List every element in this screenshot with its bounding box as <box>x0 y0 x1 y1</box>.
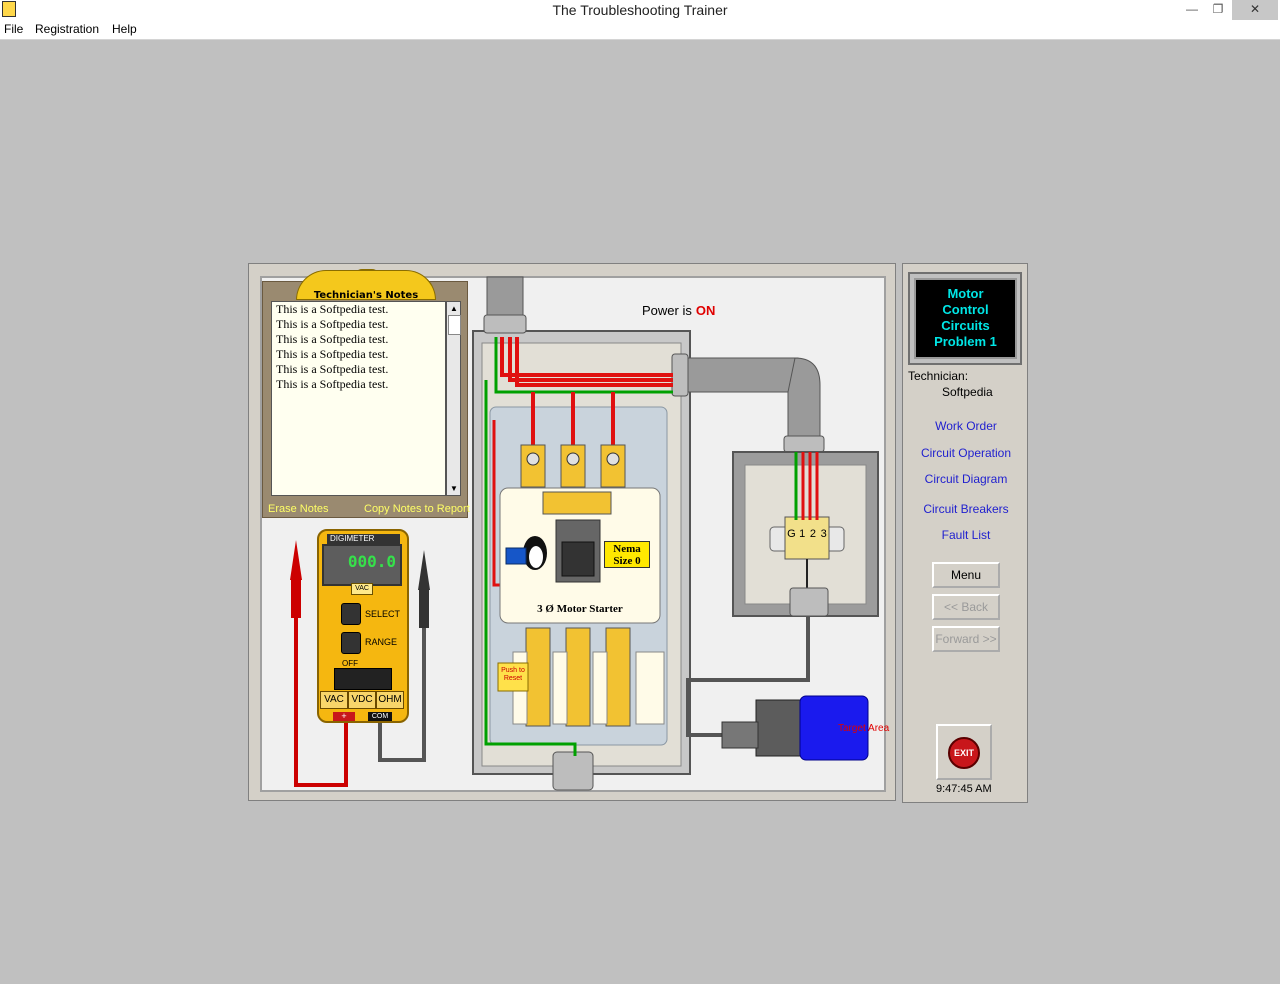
notes-title: Technician's Notes <box>313 290 419 301</box>
erase-notes-link[interactable]: Erase Notes <box>268 503 329 515</box>
problem-line: Motor <box>947 286 984 301</box>
red-probe-tip <box>290 540 302 580</box>
mode-ohm-button[interactable]: OHM <box>376 691 404 709</box>
problem-title: Motor Control Circuits Problem 1 <box>914 278 1017 359</box>
black-probe-handle <box>419 588 429 628</box>
terminal-3[interactable]: 3 <box>818 528 829 540</box>
menu-button[interactable]: Menu <box>932 562 1000 588</box>
nema-size: Size 0 <box>613 555 641 567</box>
conduit-elbow <box>787 357 821 441</box>
nema-line: Nema <box>613 543 641 555</box>
clock: 9:47:45 AM <box>936 783 992 795</box>
box-top-fitting <box>783 435 825 453</box>
scroll-thumb[interactable] <box>448 315 461 335</box>
note-line: This is a Softpedia test. <box>276 302 389 316</box>
circuit-breakers-link[interactable]: Circuit Breakers <box>906 502 1026 516</box>
terminal-1[interactable]: 1 <box>797 528 808 540</box>
work-order-link[interactable]: Work Order <box>906 419 1026 433</box>
copy-notes-link[interactable]: Copy Notes to Report <box>364 503 470 515</box>
forward-button[interactable]: Forward >> <box>932 626 1000 652</box>
problem-line: Control <box>942 302 989 317</box>
back-button[interactable]: << Back <box>932 594 1000 620</box>
com-jack[interactable]: COM <box>368 712 392 721</box>
top-conduit <box>486 276 524 318</box>
reset-line: Push to <box>501 667 525 674</box>
scroll-down-arrow-icon[interactable]: ▼ <box>449 483 459 494</box>
circuit-diagram-link[interactable]: Circuit Diagram <box>906 472 1026 486</box>
problem-line: Problem 1 <box>934 334 997 349</box>
select-button[interactable] <box>341 603 361 625</box>
starter-label: 3 Ø Motor Starter <box>537 603 623 615</box>
terminal-labels: G 1 2 3 <box>786 528 829 540</box>
notes-textarea[interactable]: This is a Softpedia test. This is a Soft… <box>271 301 446 496</box>
note-line: This is a Softpedia test. <box>276 362 389 376</box>
technician-label: Technician: <box>908 369 969 383</box>
power-state[interactable]: ON <box>696 303 716 318</box>
power-label: Power is <box>642 303 692 318</box>
terminal-g[interactable]: G <box>786 528 797 540</box>
nema-size-label: Nema Size 0 <box>604 541 650 568</box>
range-button[interactable] <box>341 632 361 654</box>
exit-button[interactable]: EXIT <box>948 737 980 769</box>
top-conduit-fitting <box>483 314 527 334</box>
range-label: RANGE <box>365 637 398 647</box>
terminal-2[interactable]: 2 <box>808 528 819 540</box>
technician-name: Softpedia <box>942 385 993 399</box>
starter-top-terminals <box>542 491 612 515</box>
target-area-label[interactable]: Target Area <box>838 723 889 734</box>
motor-conduit <box>721 721 759 749</box>
problem-line: Circuits <box>941 318 990 333</box>
meter-mode-indicator: VAC <box>351 583 373 595</box>
power-status: Power is ON <box>642 303 715 318</box>
select-label: SELECT <box>365 609 401 619</box>
note-line: This is a Softpedia test. <box>276 317 389 331</box>
positive-jack[interactable]: + <box>333 712 355 721</box>
note-line: This is a Softpedia test. <box>276 332 389 346</box>
notes-scrollbar[interactable]: ▲ ▼ <box>446 301 461 496</box>
circuit-operation-link[interactable]: Circuit Operation <box>906 446 1026 460</box>
side-conduit-fitting <box>671 353 689 397</box>
meter-brand: DIGIMETER <box>327 534 400 544</box>
note-line: This is a Softpedia test. <box>276 347 389 361</box>
line-terminals <box>520 444 626 488</box>
fault-list-link[interactable]: Fault List <box>906 528 1026 542</box>
bottom-fitting <box>552 751 594 791</box>
contactor-core <box>561 541 595 577</box>
reset-button[interactable]: Push to Reset <box>499 667 527 683</box>
black-probe-tip <box>418 550 430 590</box>
reset-line: Reset <box>503 675 523 682</box>
scroll-up-arrow-icon[interactable]: ▲ <box>449 303 459 314</box>
side-conduit <box>687 357 799 393</box>
meter-rotary-switch[interactable] <box>334 668 392 690</box>
red-probe-handle <box>291 578 301 618</box>
mode-vdc-button[interactable]: VDC <box>348 691 376 709</box>
mode-vac-button[interactable]: VAC <box>320 691 348 709</box>
meter-reading: 000.0 <box>347 552 396 571</box>
note-line: This is a Softpedia test. <box>276 377 389 391</box>
circuit-diagram <box>290 276 879 791</box>
box-bottom-fitting <box>789 587 829 617</box>
notes-header: Technician's Notes <box>296 270 436 301</box>
motor-body <box>755 699 803 757</box>
off-label: OFF <box>342 659 358 668</box>
